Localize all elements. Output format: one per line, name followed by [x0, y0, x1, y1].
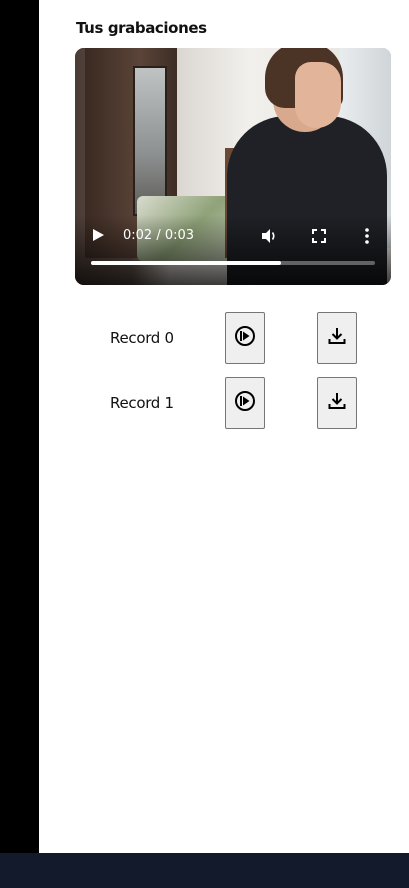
download-recording-button[interactable]: [317, 312, 357, 364]
play-circle-icon: [234, 390, 256, 417]
recording-row: Record 0: [39, 312, 409, 364]
recording-label: Record 1: [110, 394, 174, 412]
play-circle-icon: [234, 325, 256, 352]
video-controls: 0:02 / 0:03: [75, 224, 391, 285]
download-recording-button[interactable]: [317, 377, 357, 429]
video-player[interactable]: 0:02 / 0:03: [75, 48, 391, 285]
video-progress-fill: [91, 261, 282, 265]
main-content: Tus grabaciones 0:02 / 0:03 Record 0 Rec…: [39, 0, 409, 853]
recording-row: Record 1: [39, 377, 409, 429]
download-icon: [328, 392, 346, 415]
play-recording-button[interactable]: [225, 377, 265, 429]
play-recording-button[interactable]: [225, 312, 265, 364]
footer-bar: [0, 853, 409, 888]
video-progress-bar[interactable]: [91, 261, 375, 265]
play-icon[interactable]: [87, 224, 109, 246]
more-options-icon[interactable]: [355, 224, 379, 248]
volume-icon[interactable]: [257, 224, 281, 248]
recording-label: Record 0: [110, 329, 174, 347]
fullscreen-icon[interactable]: [307, 224, 331, 248]
left-sidebar: [0, 0, 39, 853]
video-time: 0:02 / 0:03: [123, 228, 195, 243]
download-icon: [328, 327, 346, 350]
section-title: Tus grabaciones: [76, 19, 207, 37]
